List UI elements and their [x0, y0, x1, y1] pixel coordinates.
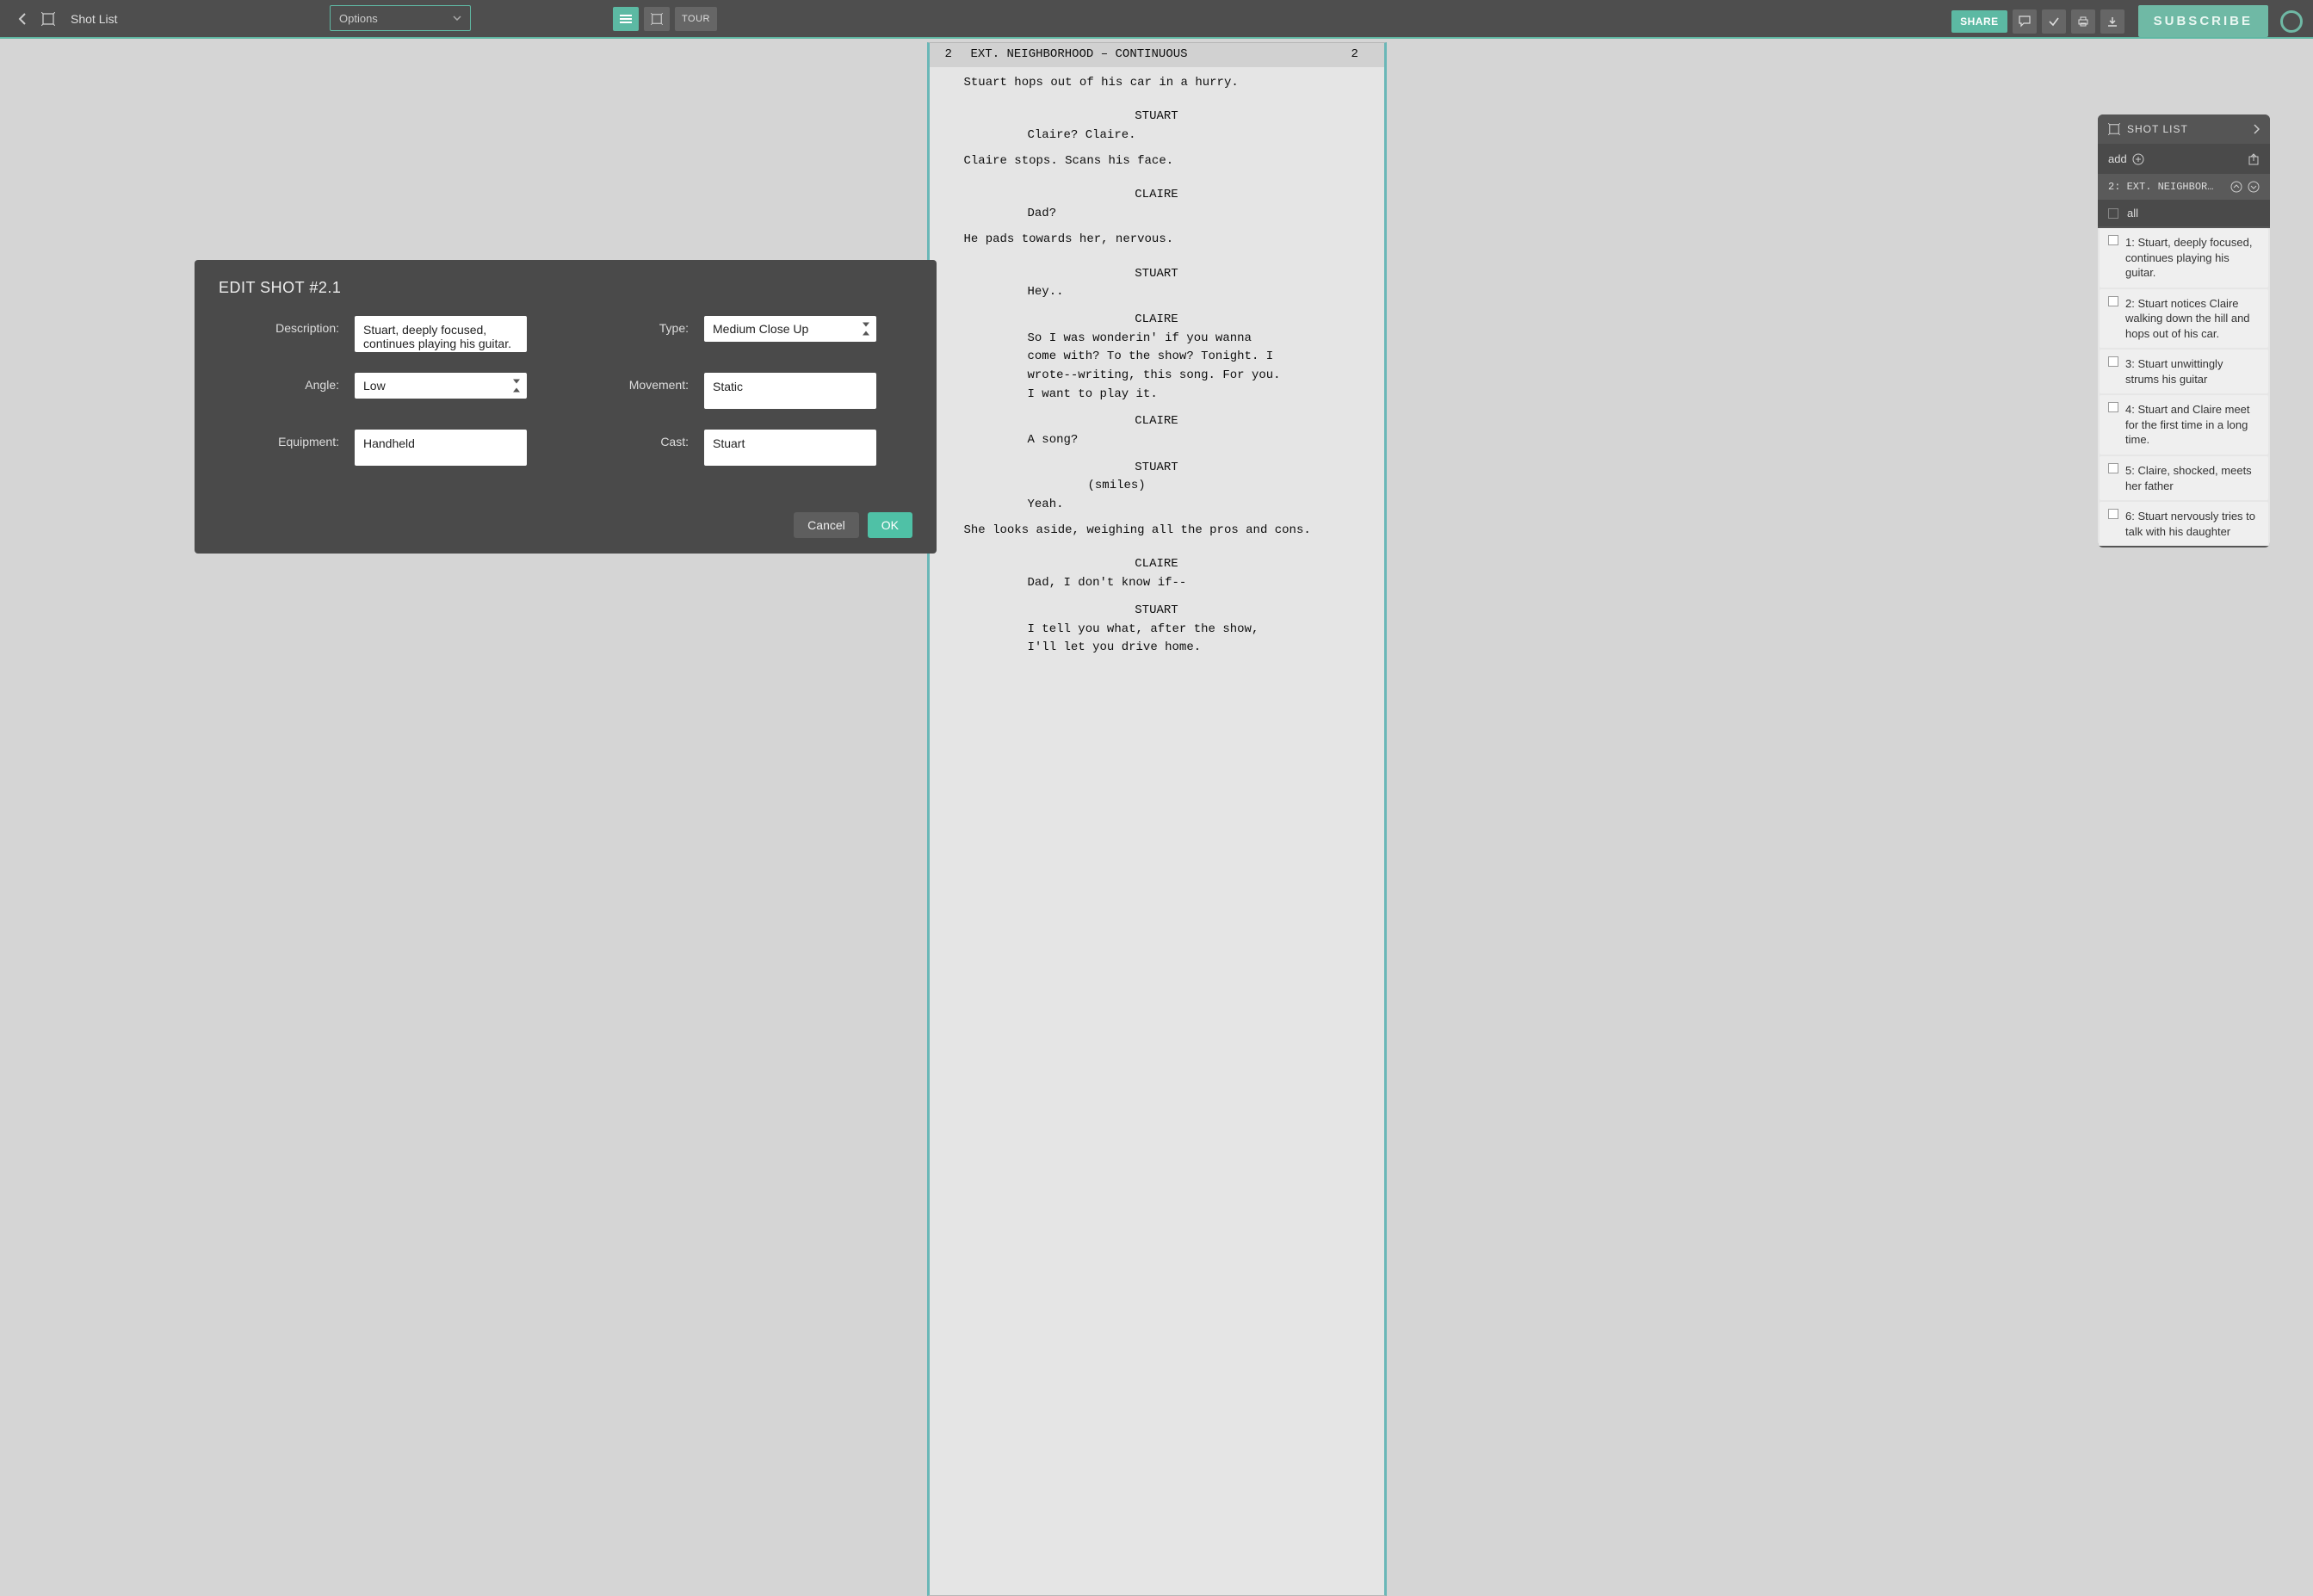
cast-input[interactable] [704, 430, 876, 466]
cast-label: Cast: [542, 430, 689, 448]
description-label: Description: [219, 316, 339, 335]
modal-backdrop: EDIT SHOT #2.1 Description: Type: Angle:… [0, 0, 2313, 1596]
cancel-button[interactable]: Cancel [794, 512, 859, 538]
modal-title: EDIT SHOT #2.1 [219, 279, 912, 297]
ok-button[interactable]: OK [868, 512, 912, 538]
type-select[interactable] [704, 316, 876, 342]
type-label: Type: [542, 316, 689, 335]
equipment-label: Equipment: [219, 430, 339, 448]
equipment-input[interactable] [355, 430, 527, 466]
movement-input[interactable] [704, 373, 876, 409]
movement-label: Movement: [542, 373, 689, 392]
angle-label: Angle: [219, 373, 339, 392]
edit-shot-modal: EDIT SHOT #2.1 Description: Type: Angle:… [195, 260, 937, 554]
angle-select[interactable] [355, 373, 527, 399]
description-input[interactable] [355, 316, 527, 352]
